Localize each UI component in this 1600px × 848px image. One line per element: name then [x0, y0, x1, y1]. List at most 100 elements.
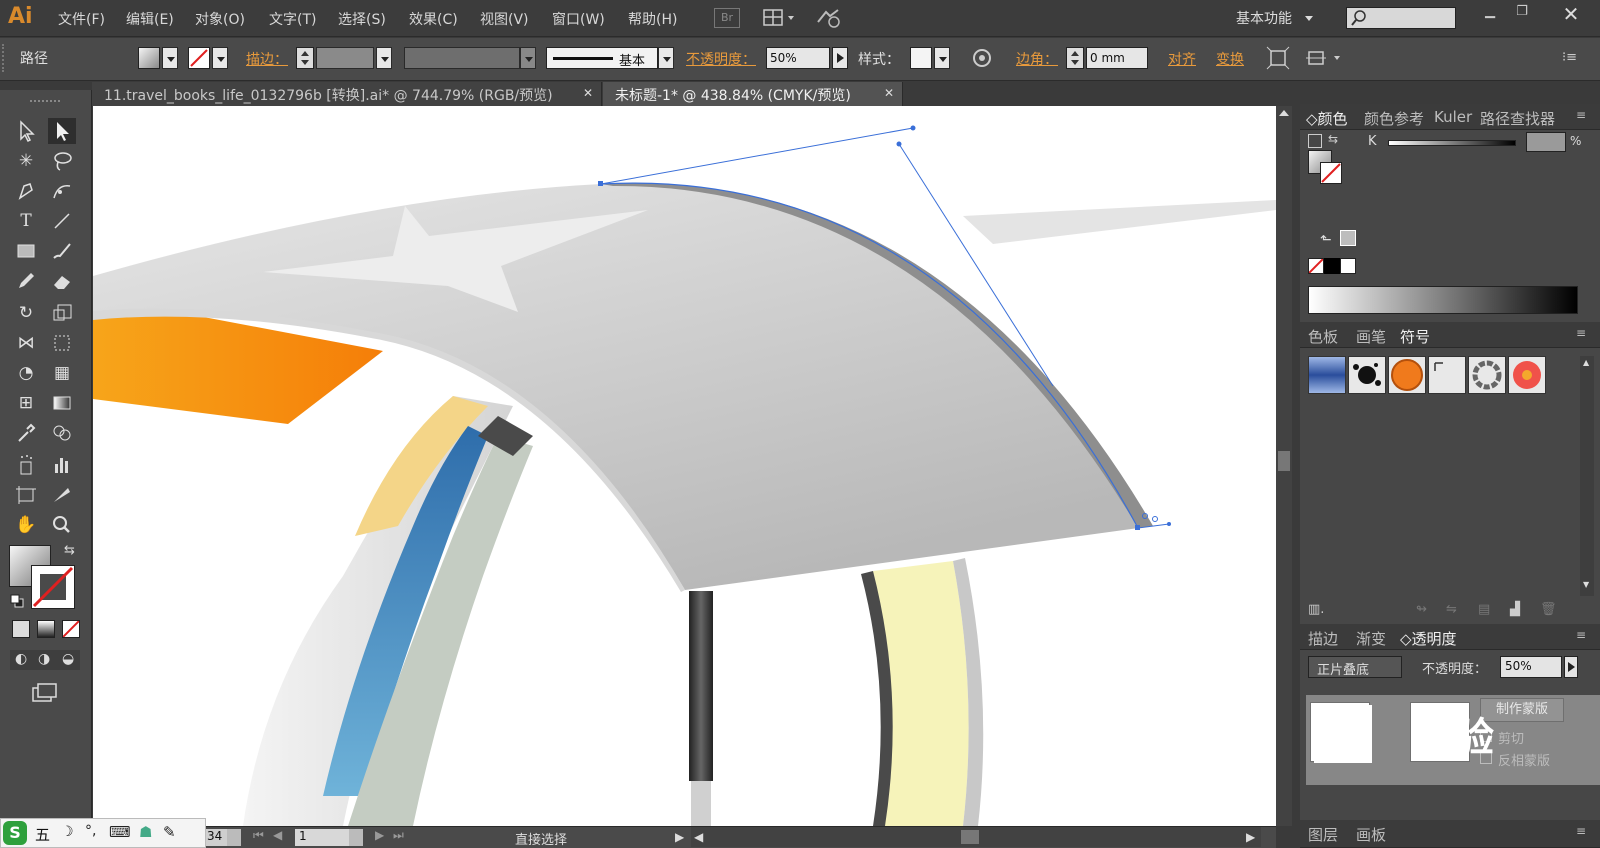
variable-width-field[interactable]: [404, 47, 520, 69]
artboard-number-field[interactable]: 1: [295, 829, 349, 846]
symbol-sprayer-tool-icon[interactable]: [12, 452, 40, 478]
vertical-scrollbar[interactable]: [1276, 106, 1292, 826]
recolor-artwork-icon[interactable]: [970, 46, 994, 70]
symbol-libraries-icon[interactable]: ▥.: [1308, 602, 1324, 617]
opacity-label[interactable]: 不透明度：: [686, 49, 756, 69]
ime-user-icon[interactable]: ☗: [139, 823, 152, 841]
tab-layers[interactable]: 图层: [1308, 824, 1338, 845]
first-artboard-icon[interactable]: ⏮: [253, 828, 264, 843]
none-swatch[interactable]: [1308, 258, 1324, 274]
fill-swatch[interactable]: [138, 47, 160, 69]
screen-mode-icon[interactable]: [30, 682, 58, 704]
draw-inside-icon[interactable]: ◒: [62, 651, 74, 667]
corner-label[interactable]: 边角：: [1016, 49, 1058, 69]
tools-grip[interactable]: [30, 100, 60, 103]
column-graph-tool-icon[interactable]: [48, 452, 76, 478]
brush-definition-field[interactable]: 基本: [546, 47, 658, 69]
menu-effect[interactable]: 效果(C): [409, 9, 458, 29]
type-tool-icon[interactable]: T: [12, 208, 40, 234]
symbol-options-icon[interactable]: ▤: [1478, 602, 1490, 617]
horizontal-scrollbar[interactable]: ◀ ▶: [691, 827, 1261, 847]
handle-point[interactable]: [1152, 516, 1158, 522]
line-segment-tool-icon[interactable]: [48, 208, 76, 234]
tab-transparency[interactable]: ◇透明度: [1400, 628, 1457, 649]
menu-file[interactable]: 文件(F): [58, 9, 105, 29]
tab-close-icon[interactable]: ✕: [884, 86, 894, 100]
selection-tool-icon[interactable]: [12, 118, 40, 144]
menu-select[interactable]: 选择(S): [338, 9, 386, 29]
break-link-icon[interactable]: ⇋: [1446, 602, 1457, 617]
black-swatch[interactable]: [1324, 258, 1340, 274]
scroll-left-icon[interactable]: ◀: [694, 830, 703, 844]
artboard-tool-icon[interactable]: [12, 482, 40, 508]
zoom-tool-icon[interactable]: [48, 512, 76, 538]
panel-stroke-swatch[interactable]: [1320, 162, 1342, 184]
swap-fill-stroke-icon[interactable]: ⇆: [64, 543, 80, 559]
blend-tool-icon[interactable]: [48, 420, 76, 446]
symbols-panel-menu-icon[interactable]: ≡: [1576, 326, 1586, 340]
draw-normal-icon[interactable]: ◐: [15, 651, 27, 667]
swap-icon[interactable]: ⇆: [1328, 132, 1338, 146]
next-artboard-icon[interactable]: ▶: [375, 828, 384, 842]
tab-color-guide[interactable]: 颜色参考: [1364, 108, 1424, 129]
tab-brushes[interactable]: 画笔: [1356, 326, 1386, 347]
eraser-tool-icon[interactable]: [48, 268, 76, 294]
style-dropdown[interactable]: [934, 47, 950, 69]
workspace-switcher[interactable]: 基本功能: [1236, 8, 1292, 28]
anchor-point[interactable]: [1135, 525, 1140, 530]
color-panel-menu-icon[interactable]: ≡: [1576, 108, 1586, 122]
ime-halfwidth-icon[interactable]: ☽: [61, 824, 74, 840]
bridge-button[interactable]: Br: [714, 8, 740, 28]
layers-panel-menu-icon[interactable]: ≡: [1576, 824, 1586, 838]
transform-link[interactable]: 变换: [1216, 49, 1244, 69]
rotate-tool-icon[interactable]: ↻: [12, 300, 40, 326]
scroll-right-icon[interactable]: ▶: [1246, 830, 1255, 844]
free-transform-tool-icon[interactable]: [48, 330, 76, 356]
last-artboard-icon[interactable]: ⏭: [393, 828, 404, 843]
pen-tool-icon[interactable]: [12, 178, 40, 204]
tab-kuler[interactable]: Kuler: [1434, 108, 1472, 126]
handle-point[interactable]: [896, 141, 902, 147]
gamut-swatch[interactable]: [1340, 230, 1356, 246]
brush-dropdown[interactable]: [658, 47, 674, 69]
menu-object[interactable]: 对象(O): [195, 9, 245, 29]
artboard-canvas[interactable]: [93, 106, 1276, 826]
symbol-frame[interactable]: [1428, 356, 1466, 394]
symbol-flower[interactable]: [1508, 356, 1546, 394]
opacity-slider-button[interactable]: [832, 47, 848, 69]
magic-wand-tool-icon[interactable]: ✳: [12, 148, 40, 174]
tab-close-icon[interactable]: ✕: [583, 86, 593, 100]
align-link[interactable]: 对齐: [1168, 49, 1196, 69]
tab-travel-books[interactable]: 11.travel_books_life_0132796b [转换].ai* @…: [92, 82, 602, 106]
isolate-object-icon[interactable]: [1266, 46, 1290, 70]
ime-mode-label[interactable]: 五: [35, 824, 50, 845]
none-mode-icon[interactable]: [62, 620, 80, 638]
perspective-grid-tool-icon[interactable]: ▦: [48, 360, 76, 386]
draw-behind-icon[interactable]: ◑: [38, 651, 50, 667]
pencil-tool-icon[interactable]: [12, 268, 40, 294]
hand-tool-icon[interactable]: ✋: [12, 512, 40, 538]
tab-stroke[interactable]: 描边: [1308, 628, 1338, 649]
handle-point[interactable]: [910, 125, 916, 131]
delete-symbol-icon[interactable]: 🗑: [1540, 602, 1557, 617]
transparency-opacity-slider-button[interactable]: [1564, 656, 1578, 678]
control-bar-grip[interactable]: [2, 44, 5, 72]
menu-edit[interactable]: 编辑(E): [126, 9, 174, 29]
restore-icon[interactable]: ❐: [1510, 4, 1534, 26]
zoom-dropdown[interactable]: [227, 829, 241, 846]
stroke-dropdown[interactable]: [212, 47, 228, 69]
arrange-documents-icon[interactable]: [762, 8, 798, 28]
arrange-options-icon[interactable]: [1306, 46, 1346, 70]
white-swatch[interactable]: [1340, 258, 1356, 274]
corner-radius-field[interactable]: 0 mm: [1086, 47, 1148, 69]
control-bar-menu-icon[interactable]: ⁝≡: [1562, 50, 1586, 66]
tab-symbols[interactable]: 符号: [1400, 326, 1430, 347]
blend-mode-select[interactable]: 正片叠底: [1308, 656, 1402, 678]
artboard-dropdown[interactable]: [349, 829, 363, 846]
mesh-tool-icon[interactable]: ⊞: [12, 390, 40, 416]
status-menu-icon[interactable]: ▶: [675, 830, 684, 844]
style-swatch[interactable]: [910, 47, 932, 69]
gradient-mode-icon[interactable]: [37, 620, 55, 638]
dock-header[interactable]: [1300, 90, 1600, 104]
menu-view[interactable]: 视图(V): [480, 9, 529, 29]
